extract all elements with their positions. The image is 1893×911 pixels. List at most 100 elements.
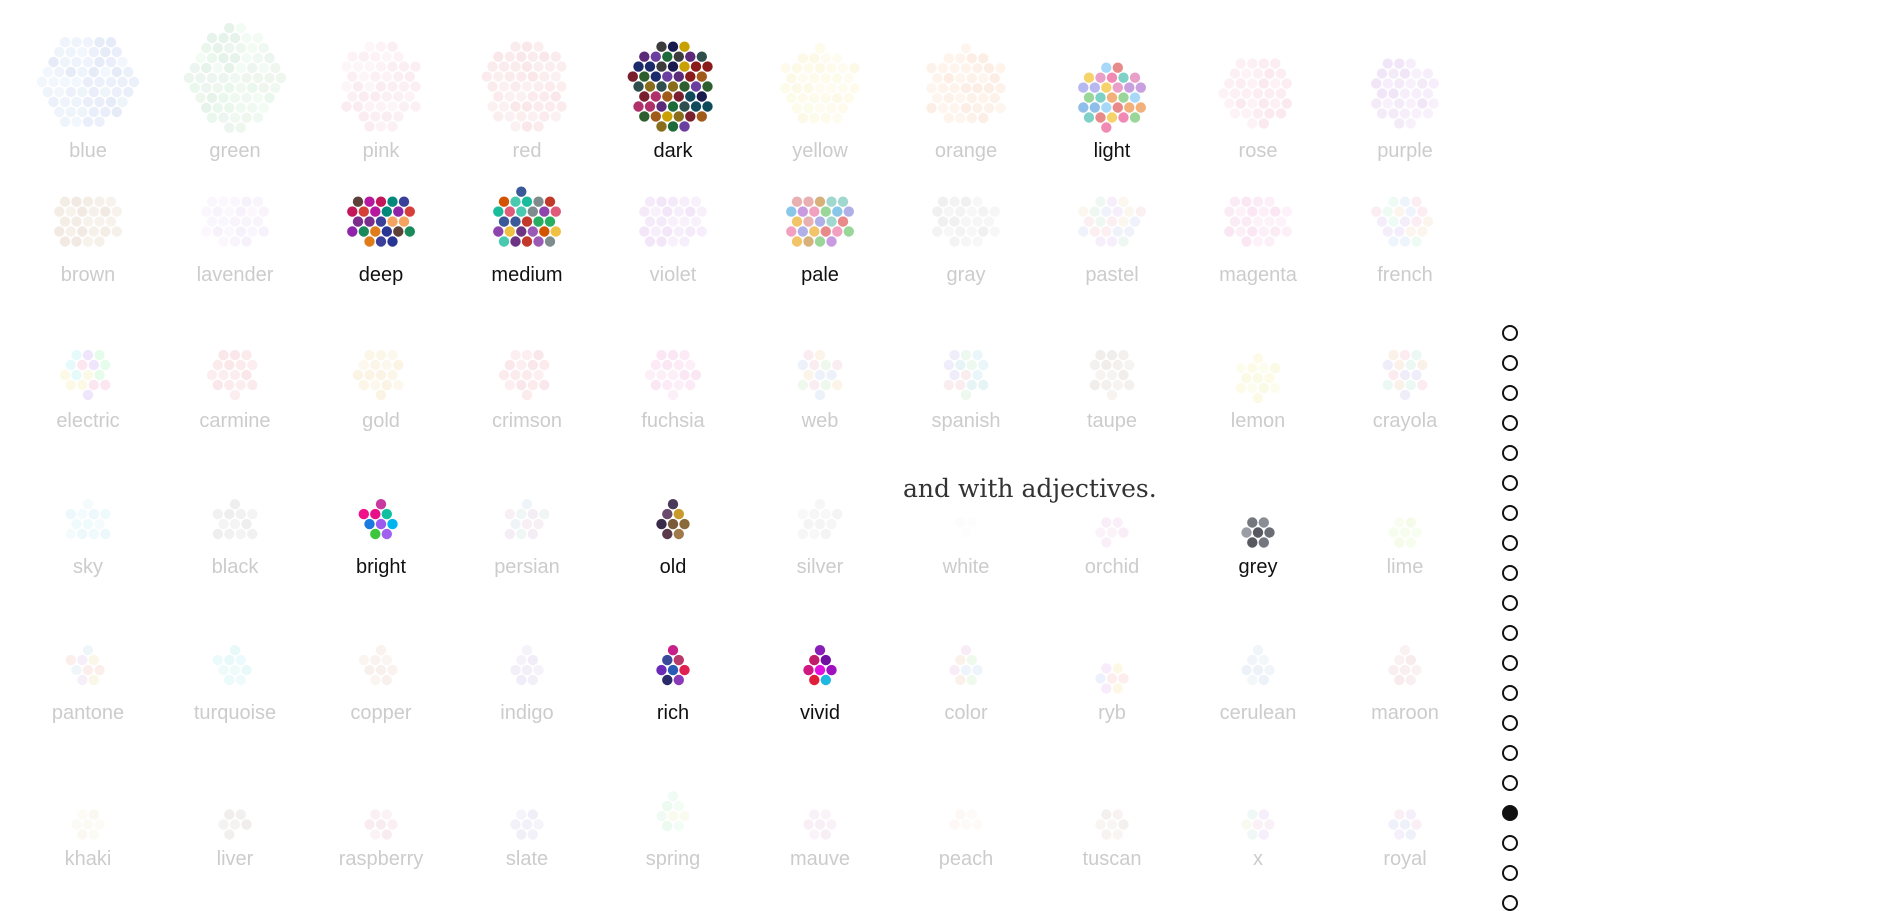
word-cell-color[interactable]: color xyxy=(901,582,1031,724)
color-dot xyxy=(100,508,111,520)
word-cell-gold[interactable]: gold xyxy=(316,290,446,432)
word-cell-spanish[interactable]: spanish xyxy=(901,290,1031,432)
color-dot xyxy=(539,111,550,122)
word-cell-purple[interactable]: purple xyxy=(1340,20,1470,162)
pager-dot-7[interactable] xyxy=(1502,505,1518,521)
pager-dot-16[interactable] xyxy=(1502,775,1518,791)
word-cell-lavender[interactable]: lavender xyxy=(170,144,300,286)
color-dot xyxy=(972,819,983,830)
word-cell-peach[interactable]: peach xyxy=(901,728,1031,870)
word-cell-dark[interactable]: dark xyxy=(608,20,738,162)
pager-dot-8[interactable] xyxy=(1502,535,1518,551)
word-cell-spring[interactable]: spring xyxy=(608,728,738,870)
word-cell-maroon[interactable]: maroon xyxy=(1340,582,1470,724)
word-cell-french[interactable]: french xyxy=(1340,144,1470,286)
color-dot xyxy=(1270,206,1281,217)
color-dot xyxy=(673,359,684,371)
word-cell-pantone[interactable]: pantone xyxy=(23,582,153,724)
word-cell-medium[interactable]: medium xyxy=(462,144,592,286)
word-cell-pink[interactable]: pink xyxy=(316,20,446,162)
word-cell-orchid[interactable]: orchid xyxy=(1047,436,1177,578)
word-cell-black[interactable]: black xyxy=(170,436,300,578)
word-cell-vivid[interactable]: vivid xyxy=(755,582,885,724)
word-cell-taupe[interactable]: taupe xyxy=(1047,290,1177,432)
color-dot xyxy=(690,196,702,207)
word-cell-electric[interactable]: electric xyxy=(23,290,153,432)
pager-dot-4[interactable] xyxy=(1502,415,1518,431)
pager-dot-3[interactable] xyxy=(1502,385,1518,401)
word-cell-gray[interactable]: gray xyxy=(901,144,1031,286)
color-dot xyxy=(504,379,515,391)
word-cell-bright[interactable]: bright xyxy=(316,436,446,578)
word-cell-yellow[interactable]: yellow xyxy=(755,20,885,162)
word-cell-lemon[interactable]: lemon xyxy=(1193,290,1323,432)
color-dot xyxy=(65,654,76,666)
pager-dot-10[interactable] xyxy=(1502,595,1518,611)
word-cell-lime[interactable]: lime xyxy=(1340,436,1470,578)
color-dot xyxy=(1405,537,1416,548)
word-label: fuchsia xyxy=(641,410,705,432)
word-cell-pale[interactable]: pale xyxy=(755,144,885,286)
word-cell-orange[interactable]: orange xyxy=(901,20,1031,162)
word-cell-khaki[interactable]: khaki xyxy=(23,728,153,870)
word-cell-deep[interactable]: deep xyxy=(316,144,446,286)
word-cell-old[interactable]: old xyxy=(608,436,738,578)
color-dot xyxy=(1089,206,1100,217)
word-cell-grey[interactable]: grey xyxy=(1193,436,1323,578)
word-cell-white[interactable]: white xyxy=(901,436,1031,578)
pager-dot-2[interactable] xyxy=(1502,355,1518,371)
pager-dot-19[interactable] xyxy=(1502,865,1518,881)
pager-dot-15[interactable] xyxy=(1502,745,1518,761)
word-cell-sky[interactable]: sky xyxy=(23,436,153,578)
word-cell-fuchsia[interactable]: fuchsia xyxy=(608,290,738,432)
word-cell-crimson[interactable]: crimson xyxy=(462,290,592,432)
pager-dot-13[interactable] xyxy=(1502,685,1518,701)
word-cell-pastel[interactable]: pastel xyxy=(1047,144,1177,286)
word-cell-light[interactable]: light xyxy=(1047,20,1177,162)
pager-dot-11[interactable] xyxy=(1502,625,1518,641)
word-cell-liver[interactable]: liver xyxy=(170,728,300,870)
color-dot xyxy=(82,76,94,88)
word-cell-violet[interactable]: violet xyxy=(608,144,738,286)
word-cell-x[interactable]: x xyxy=(1193,728,1323,870)
word-cell-crayola[interactable]: crayola xyxy=(1340,290,1470,432)
word-cell-red[interactable]: red xyxy=(462,20,592,162)
word-cell-carmine[interactable]: carmine xyxy=(170,290,300,432)
word-label: slate xyxy=(505,848,549,870)
color-dot xyxy=(1083,92,1095,103)
word-cell-turquoise[interactable]: turquoise xyxy=(170,582,300,724)
word-cell-mauve[interactable]: mauve xyxy=(755,728,885,870)
word-cell-magenta[interactable]: magenta xyxy=(1193,144,1323,286)
pager-dot-14[interactable] xyxy=(1502,715,1518,731)
word-cell-brown[interactable]: brown xyxy=(23,144,153,286)
color-dot xyxy=(832,112,843,124)
color-dot xyxy=(381,674,392,686)
word-cell-indigo[interactable]: indigo xyxy=(462,582,592,724)
word-cell-royal[interactable]: royal xyxy=(1340,728,1470,870)
color-dot xyxy=(77,809,88,820)
word-cell-persian[interactable]: persian xyxy=(462,436,592,578)
word-cell-tuscan[interactable]: tuscan xyxy=(1047,728,1177,870)
word-cell-green[interactable]: green xyxy=(170,20,300,162)
color-dot xyxy=(662,800,673,812)
word-cell-copper[interactable]: copper xyxy=(316,582,446,724)
word-cell-web[interactable]: web xyxy=(755,290,885,432)
word-cell-rich[interactable]: rich xyxy=(608,582,738,724)
pager-dot-9[interactable] xyxy=(1502,565,1518,581)
word-cell-ryb[interactable]: ryb xyxy=(1047,582,1177,724)
word-cell-slate[interactable]: slate xyxy=(462,728,592,870)
word-cell-cerulean[interactable]: cerulean xyxy=(1193,582,1323,724)
pager-dot-18[interactable] xyxy=(1502,835,1518,851)
color-dot xyxy=(241,32,252,44)
word-cell-rose[interactable]: rose xyxy=(1193,20,1323,162)
pager-dot-17[interactable] xyxy=(1502,805,1518,821)
color-dot xyxy=(1106,112,1118,123)
pager-dot-12[interactable] xyxy=(1502,655,1518,671)
pager-dot-1[interactable] xyxy=(1502,325,1518,341)
color-dot xyxy=(1371,98,1382,109)
word-cell-silver[interactable]: silver xyxy=(755,436,885,578)
word-cell-raspberry[interactable]: raspberry xyxy=(316,728,446,870)
pager-dot-5[interactable] xyxy=(1502,445,1518,461)
pager-dot-6[interactable] xyxy=(1502,475,1518,491)
word-cell-blue[interactable]: blue xyxy=(23,20,153,162)
